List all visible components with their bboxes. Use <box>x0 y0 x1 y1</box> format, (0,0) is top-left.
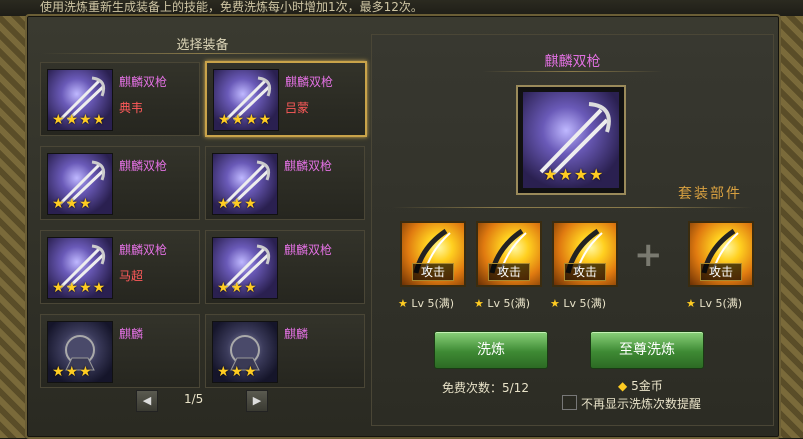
prev-page-button[interactable]: ◀ <box>136 390 158 412</box>
gold-cost: ◆ 5金币 <box>618 379 663 393</box>
owner-name: 典韦 <box>119 101 144 115</box>
star-icon: ★ <box>686 297 696 310</box>
no-remind-checkbox[interactable]: 不再显示洗炼次数提醒 <box>562 395 701 412</box>
skill-label: 攻击 <box>564 263 606 281</box>
equipment-list-panel: 选择装备 ★★★★ 麒麟双枪 典韦 ★★★★ 麒麟双枪 吕蒙 ★★★ 麒麟双枪 … <box>36 36 369 428</box>
star-rating: ★★★★ <box>52 112 107 128</box>
equipment-card[interactable]: ★★★ 麒麟双枪 <box>40 146 200 220</box>
pagination: ◀ 1/5 ▶ <box>136 390 268 412</box>
divider <box>392 207 753 208</box>
free-times-text: 免费次数：5/12 <box>442 381 529 395</box>
skill-slot[interactable]: 攻击 <box>688 221 754 287</box>
divider <box>482 71 663 72</box>
spear-icon: ★★★ <box>212 237 278 299</box>
star-icon: ★ <box>474 297 484 310</box>
next-page-button[interactable]: ▶ <box>246 390 268 412</box>
star-icon: ★ <box>398 297 408 310</box>
equipment-card[interactable]: ★★★ 麒麟双枪 <box>205 230 365 304</box>
star-rating: ★★★★ <box>543 165 605 184</box>
item-name: 麒麟双枪 <box>119 243 168 257</box>
star-rating: ★★★ <box>217 364 258 380</box>
equipment-card[interactable]: ★★★★ 麒麟双枪 典韦 <box>40 62 200 136</box>
skill-level: ★ Lv 5(满) <box>474 297 531 310</box>
spear-icon: ★★★★ <box>47 237 113 299</box>
divider <box>42 53 363 54</box>
equipment-card[interactable]: ★★★★ 麒麟双枪 马超 <box>40 230 200 304</box>
background-left <box>0 0 28 438</box>
star-rating: ★★★★ <box>52 280 107 296</box>
skill-level: ★ Lv 5(满) <box>398 297 455 310</box>
equipment-card[interactable]: ★★★ 麒麟双枪 <box>205 146 365 220</box>
equipment-card[interactable]: ★★★ 麒麟 <box>40 314 200 388</box>
section-title: 选择装备 <box>176 38 229 53</box>
skill-label: 攻击 <box>700 263 742 281</box>
plus-icon: + <box>634 235 663 275</box>
star-rating: ★★★★ <box>218 112 273 128</box>
checkbox-label: 不再显示洗炼次数提醒 <box>581 397 702 411</box>
spear-icon: ★★★ <box>47 153 113 215</box>
owner-name: 吕蒙 <box>285 101 310 115</box>
wash-button[interactable]: 洗炼 <box>434 331 548 369</box>
star-rating: ★★★ <box>52 364 93 380</box>
skill-label: 攻击 <box>488 263 530 281</box>
wash-panel: 麒麟双枪 ★★★★ 套装部件 攻击 攻击 攻击 + 攻击 ★ Lv 5(满) ★… <box>371 34 774 426</box>
item-name: 麒麟双枪 <box>119 159 168 173</box>
equipment-card[interactable]: ★★★ 麒麟 <box>205 314 365 388</box>
spear-icon: ★★★ <box>212 153 278 215</box>
skill-level: ★ Lv 5(满) <box>550 297 607 310</box>
item-name: 麒麟 <box>284 327 309 341</box>
skill-label: 攻击 <box>412 263 454 281</box>
owner-name: 马超 <box>119 269 144 283</box>
spear-icon: ★★★★ <box>213 69 279 131</box>
armor-icon: ★★★ <box>47 321 113 383</box>
item-name: 麒麟 <box>119 327 144 341</box>
spear-icon: ★★★★ <box>47 69 113 131</box>
star-icon: ★ <box>550 297 560 310</box>
skill-slot[interactable]: 攻击 <box>552 221 618 287</box>
item-name: 麒麟双枪 <box>284 159 333 173</box>
equipment-card-selected[interactable]: ★★★★ 麒麟双枪 吕蒙 <box>205 61 367 137</box>
gold-ingot-icon: ◆ <box>618 379 628 393</box>
weapon-title: 麒麟双枪 <box>544 54 601 70</box>
skill-level: ★ Lv 5(满) <box>686 297 743 310</box>
item-name: 麒麟双枪 <box>284 243 333 257</box>
star-rating: ★★★ <box>52 196 93 212</box>
supreme-wash-button[interactable]: 至尊洗炼 <box>590 331 704 369</box>
armor-icon: ★★★ <box>212 321 278 383</box>
item-name: 麒麟双枪 <box>285 75 334 89</box>
skill-slot[interactable]: 攻击 <box>400 221 466 287</box>
item-name: 麒麟双枪 <box>119 75 168 89</box>
selected-weapon-slot: ★★★★ <box>516 85 626 195</box>
star-rating: ★★★ <box>217 280 258 296</box>
spear-icon: ★★★★ <box>522 91 620 189</box>
skill-slot[interactable]: 攻击 <box>476 221 542 287</box>
page-indicator: 1/5 <box>184 392 204 406</box>
star-rating: ★★★ <box>217 196 258 212</box>
set-parts-title: 套装部件 <box>678 186 742 202</box>
checkbox-box[interactable] <box>562 395 577 410</box>
notice-text: 使用洗炼重新生成装备上的技能，免费洗炼每小时增加1次，最多12次。 <box>40 0 423 14</box>
